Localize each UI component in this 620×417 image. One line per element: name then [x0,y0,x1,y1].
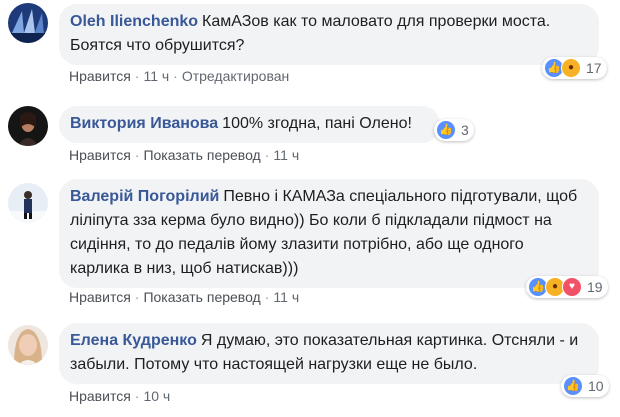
edited-label[interactable]: Отредактирован [182,68,289,84]
like-icon: 👍 [563,376,583,396]
comment-actions: Нравится · 10 ч [69,388,171,404]
avatar[interactable] [8,325,48,365]
reactions-summary[interactable]: 👍 ● ♥ 19 [526,276,608,298]
comment-bubble: Виктория Иванова 100% згодна, пані Олено! [59,106,440,143]
reaction-count: 17 [586,60,602,76]
reaction-count: 10 [588,378,604,394]
avatar[interactable] [8,183,48,223]
avatar[interactable] [8,3,48,43]
love-icon: ♥ [562,277,582,297]
angry-icon: ● [561,58,581,78]
avatar[interactable] [8,106,48,146]
like-link[interactable]: Нравится [69,68,131,84]
comment-actions: Нравится · Показать перевод · 11 ч [69,147,300,163]
reactions-summary[interactable]: 👍 ● 17 [542,57,607,79]
timestamp[interactable]: 11 ч [143,68,169,84]
reaction-count: 19 [587,279,603,295]
show-translation-link[interactable]: Показать перевод [143,147,260,163]
comment-bubble: Валерій Погорілий Певно і КАМАЗа спеціаль… [59,179,599,288]
reactions-summary[interactable]: 👍 10 [561,375,609,397]
comment-author[interactable]: Oleh Ilienchenko [70,13,198,30]
timestamp[interactable]: 11 ч [273,147,299,163]
like-icon: 👍 [436,120,456,140]
comment-actions: Нравится · 11 ч · Отредактирован [69,68,290,84]
reaction-count: 3 [461,122,469,138]
comment-text: 100% згодна, пані Олено! [222,115,412,132]
reactions-summary[interactable]: 👍 3 [434,119,474,141]
comment-bubble: Елена Кудренко Я думаю, это показательная… [59,323,599,384]
comment-author[interactable]: Валерій Погорілий [70,188,219,205]
comment-author[interactable]: Виктория Иванова [70,115,218,132]
timestamp[interactable]: 11 ч [273,289,299,305]
like-link[interactable]: Нравится [69,147,131,163]
show-translation-link[interactable]: Показать перевод [143,289,260,305]
like-link[interactable]: Нравится [69,289,131,305]
like-link[interactable]: Нравится [69,388,131,404]
comment-author[interactable]: Елена Кудренко [70,332,197,349]
comment-bubble: Oleh Ilienchenko КамАЗов как то маловато … [59,4,599,65]
comment-actions: Нравится · Показать перевод · 11 ч [69,289,300,305]
timestamp[interactable]: 10 ч [143,388,170,404]
